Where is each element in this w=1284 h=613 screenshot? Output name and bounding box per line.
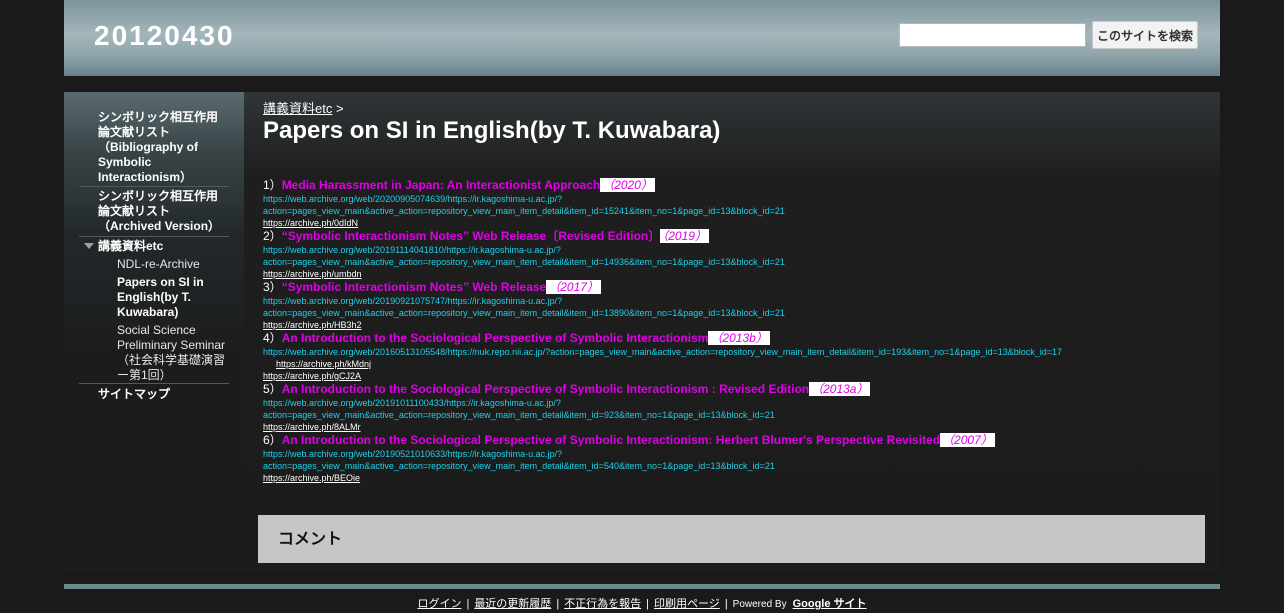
archive-url[interactable]: action=pages_view_main&active_action=rep… <box>263 460 1213 472</box>
short-link[interactable]: https://archive.ph/gCJ2A <box>263 370 1213 382</box>
paper-title: Media Harassment in Japan: An Interactio… <box>281 178 601 192</box>
print-page-link[interactable]: 印刷用ページ <box>654 598 720 610</box>
paper-number: 5） <box>263 382 282 396</box>
sidebar-item-sitemap[interactable]: サイトマップ <box>98 387 228 402</box>
archive-url[interactable]: action=pages_view_main&active_action=rep… <box>263 409 1213 421</box>
site-footer: ログイン | 最近の更新履歴 | 不正行為を報告 | 印刷用ページ | Powered By Go… <box>0 595 1284 611</box>
comment-heading: コメント <box>278 531 343 548</box>
paper-year: （2020） <box>600 178 655 192</box>
paper-item: 1）Media Harassment in Japan: An Interact… <box>263 178 1213 229</box>
archive-url[interactable]: https://web.archive.org/web/202009050746… <box>263 193 1213 205</box>
site-title[interactable]: 20120430 <box>94 20 235 52</box>
paper-title: “Symbolic Interactionism Notes” Web Rele… <box>281 280 547 294</box>
archive-url[interactable]: https://web.archive.org/web/201905210106… <box>263 448 1213 460</box>
footer-divider <box>64 584 1220 589</box>
archive-url[interactable]: action=pages_view_main&active_action=rep… <box>263 205 1213 217</box>
paper-title: An Introduction to the Sociological Pers… <box>281 433 941 447</box>
paper-number: 3） <box>263 280 282 294</box>
paper-item: 5）An Introduction to the Sociological Pe… <box>263 382 1213 433</box>
breadcrumb-separator: > <box>332 101 344 116</box>
paper-item: 4）An Introduction to the Sociological Pe… <box>263 331 1213 382</box>
footer-pipe: | <box>466 598 470 610</box>
short-link[interactable]: https://archive.ph/8ALMr <box>263 421 1213 433</box>
sidebar-navigation: シンボリック相互作用論文献リスト（Bibliography of Symboli… <box>64 92 244 572</box>
footer-pipe: | <box>556 598 560 610</box>
short-link[interactable]: https://archive.ph/kMdnj <box>263 358 1213 370</box>
archive-url[interactable]: https://web.archive.org/web/201909210757… <box>263 295 1213 307</box>
report-abuse-link[interactable]: 不正行為を報告 <box>564 598 641 610</box>
paper-year: （2013b） <box>708 331 770 345</box>
triangle-down-icon[interactable] <box>84 243 94 249</box>
paper-title: An Introduction to the Sociological Pers… <box>281 382 810 396</box>
powered-by-text: Powered By <box>732 599 787 610</box>
papers-list: 1）Media Harassment in Japan: An Interact… <box>263 178 1213 484</box>
google-sites-link[interactable]: Google サイト <box>793 598 867 610</box>
login-link[interactable]: ログイン <box>417 598 461 610</box>
archive-url[interactable]: action=pages_view_main&active_action=rep… <box>263 307 1213 319</box>
paper-title: An Introduction to the Sociological Pers… <box>281 331 709 345</box>
paper-number: 4） <box>263 331 282 345</box>
paper-item: 3）“Symbolic Interactionism Notes” Web Re… <box>263 280 1213 331</box>
recent-activity-link[interactable]: 最近の更新履歴 <box>474 598 551 610</box>
archive-url[interactable]: action=pages_view_main&active_action=rep… <box>263 256 1213 268</box>
archive-url[interactable]: https://web.archive.org/web/201911140418… <box>263 244 1213 256</box>
paper-year: （2019） <box>660 229 709 243</box>
short-link[interactable]: https://archive.ph/HB3h2 <box>263 319 1213 331</box>
footer-pipe: | <box>646 598 650 610</box>
footer-pipe: | <box>724 598 728 610</box>
paper-year: （2013a） <box>809 382 871 396</box>
comment-section: コメント <box>258 515 1205 563</box>
search-input[interactable] <box>899 23 1086 47</box>
short-link[interactable]: https://archive.ph/0dIdN <box>263 217 1213 229</box>
archive-url[interactable]: https://web.archive.org/web/201605131055… <box>263 346 1213 358</box>
sidebar-divider <box>79 383 229 384</box>
site-header: 20120430 このサイトを検索 <box>64 0 1220 76</box>
sidebar-divider <box>79 236 229 237</box>
sidebar-item-social-science-seminar[interactable]: Social Science Preliminary Seminar（社会科学基… <box>117 323 235 383</box>
paper-number: 1） <box>263 178 282 192</box>
sidebar-item-bibliography[interactable]: シンボリック相互作用論文献リスト（Bibliography of Symboli… <box>98 110 228 185</box>
paper-title: “Symbolic Interactionism Notes” Web Rele… <box>281 229 661 243</box>
paper-number: 2） <box>263 229 282 243</box>
page-title: Papers on SI in English(by T. Kuwabara) <box>263 117 721 144</box>
short-link[interactable]: https://archive.ph/BEOie <box>263 472 1213 484</box>
sidebar-divider <box>79 186 229 187</box>
sidebar-item-papers-on-si[interactable]: Papers on SI in English(by T. Kuwabara) <box>117 275 235 320</box>
paper-year: （2007） <box>940 433 995 447</box>
sidebar-item-bibliography-archived[interactable]: シンボリック相互作用論文献リスト（Archived Version） <box>98 189 228 234</box>
breadcrumb-link[interactable]: 講義資料etc <box>263 101 332 116</box>
sidebar-item-lecture-materials[interactable]: 講義資料etc <box>98 239 228 254</box>
sidebar-item-ndl-re-archive[interactable]: NDL-re-Archive <box>117 257 235 272</box>
paper-year: （2017） <box>546 280 601 294</box>
paper-number: 6） <box>263 433 282 447</box>
short-link[interactable]: https://archive.ph/umbdn <box>263 268 1213 280</box>
paper-item: 2）“Symbolic Interactionism Notes” Web Re… <box>263 229 1213 280</box>
archive-url[interactable]: https://web.archive.org/web/201910111004… <box>263 397 1213 409</box>
search-button[interactable]: このサイトを検索 <box>1092 21 1198 49</box>
breadcrumb: 講義資料etc > <box>263 98 344 117</box>
paper-item: 6）An Introduction to the Sociological Pe… <box>263 433 1213 484</box>
main-content: 講義資料etc > Papers on SI in English(by T. … <box>244 92 1220 572</box>
